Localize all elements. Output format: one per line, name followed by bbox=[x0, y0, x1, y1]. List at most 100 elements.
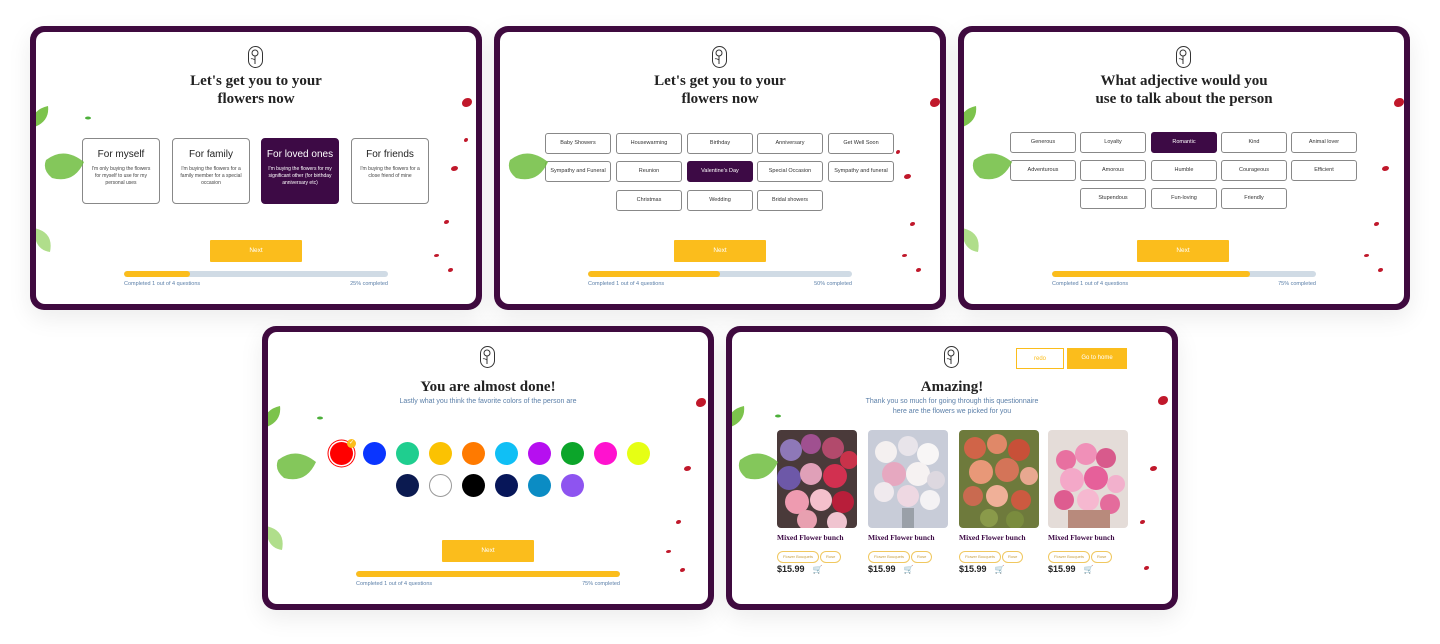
product-card[interactable]: Mixed Flower bunch Flower Bouquets Rose $… bbox=[959, 430, 1039, 574]
product-card[interactable]: Mixed Flower bunch Flower Bouquets Rose $… bbox=[777, 430, 857, 574]
leaf-icon bbox=[964, 106, 977, 127]
petal-icon bbox=[448, 268, 453, 272]
chip-get-well-soon[interactable]: Get Well Soon bbox=[828, 133, 894, 154]
leaf-icon bbox=[964, 228, 979, 252]
chip-friendly[interactable]: Friendly bbox=[1221, 188, 1287, 209]
chip-anniversary[interactable]: Anniversary bbox=[757, 133, 823, 154]
color-swatch[interactable] bbox=[495, 442, 518, 465]
product-price: $15.99 bbox=[1048, 564, 1076, 574]
product-tag[interactable]: Rose bbox=[820, 551, 842, 563]
color-swatch[interactable] bbox=[561, 442, 584, 465]
color-swatch[interactable] bbox=[462, 474, 485, 497]
chip-efficient[interactable]: Efficient bbox=[1291, 160, 1357, 181]
product-tag[interactable]: Flower Bouquets bbox=[1048, 551, 1091, 563]
option-for-loved-ones[interactable]: For loved ones I'm buying the flowers for… bbox=[261, 138, 339, 204]
rose-logo-icon bbox=[944, 346, 959, 368]
check-icon: ✓ bbox=[347, 439, 356, 448]
progress-bar bbox=[588, 271, 852, 277]
product-tags: Flower Bouquets Rose bbox=[1048, 545, 1128, 563]
option-desc: I'm buying the flowers for a family memb… bbox=[180, 166, 242, 186]
petal-icon bbox=[1378, 268, 1383, 272]
chip-humble[interactable]: Humble bbox=[1151, 160, 1217, 181]
progress-label: Completed 1 out of 4 questions bbox=[588, 281, 665, 287]
option-desc: I'm only buying the flowers for myself t… bbox=[91, 166, 151, 186]
next-button[interactable]: Next bbox=[442, 540, 534, 562]
option-for-family[interactable]: For family I'm buying the flowers for a f… bbox=[172, 138, 250, 204]
chip-adventurous[interactable]: Adventurous bbox=[1010, 160, 1076, 181]
chip-sympathy-funeral[interactable]: Sympathy and Funeral bbox=[545, 161, 611, 182]
product-tag[interactable]: Flower Bouquets bbox=[959, 551, 1002, 563]
chip-sympathy-funeral-2[interactable]: Sympathy and funeral bbox=[828, 161, 894, 182]
screen-5-results: redo Go to home Amazing! Thank you so mu… bbox=[726, 326, 1178, 610]
next-button[interactable]: Next bbox=[1137, 240, 1229, 262]
chip-loyalty[interactable]: Loyalty bbox=[1080, 132, 1146, 153]
redo-button[interactable]: redo bbox=[1016, 348, 1064, 369]
color-swatch[interactable] bbox=[429, 442, 452, 465]
product-tag[interactable]: Flower Bouquets bbox=[777, 551, 820, 563]
progress-bar bbox=[1052, 271, 1316, 277]
color-swatch[interactable] bbox=[396, 442, 419, 465]
product-price-row: $15.99 🛒 bbox=[868, 564, 948, 574]
progress-percent: 50% completed bbox=[814, 281, 852, 287]
chip-bridal-showers[interactable]: Bridal showers bbox=[757, 190, 823, 211]
color-swatch[interactable] bbox=[561, 474, 584, 497]
chip-christmas[interactable]: Christmas bbox=[616, 190, 682, 211]
progress-percent: 75% completed bbox=[582, 581, 620, 587]
option-title: For family bbox=[189, 149, 233, 160]
chip-wedding[interactable]: Wedding bbox=[687, 190, 753, 211]
chip-baby-showers[interactable]: Baby Showers bbox=[545, 133, 611, 154]
screen-1-recipient: Let's get you to your flowers now For mys… bbox=[30, 26, 482, 310]
chip-stupendous[interactable]: Stupendous bbox=[1080, 188, 1146, 209]
product-tag[interactable]: Rose bbox=[911, 551, 933, 563]
color-swatch[interactable] bbox=[462, 442, 485, 465]
petal-icon bbox=[910, 222, 915, 226]
product-tag[interactable]: Rose bbox=[1002, 551, 1024, 563]
chip-reunion[interactable]: Reunion bbox=[616, 161, 682, 182]
petal-icon bbox=[902, 254, 907, 257]
product-price: $15.99 bbox=[868, 564, 896, 574]
chip-fun-loving[interactable]: Fun-loving bbox=[1151, 188, 1217, 209]
chip-amorous[interactable]: Amorous bbox=[1080, 160, 1146, 181]
petal-icon bbox=[896, 150, 900, 154]
option-title: For myself bbox=[97, 149, 145, 160]
product-tag[interactable]: Rose bbox=[1091, 551, 1113, 563]
color-swatch[interactable] bbox=[495, 474, 518, 497]
color-swatch[interactable] bbox=[363, 442, 386, 465]
color-swatch[interactable] bbox=[594, 442, 617, 465]
chip-housewarming[interactable]: Housewarming bbox=[616, 133, 682, 154]
chip-courageous[interactable]: Courageous bbox=[1221, 160, 1287, 181]
color-swatch[interactable] bbox=[627, 442, 650, 465]
color-swatch[interactable] bbox=[429, 474, 452, 497]
chip-birthday[interactable]: Birthday bbox=[687, 133, 753, 154]
chip-animal-lover[interactable]: Animal lover bbox=[1291, 132, 1357, 153]
chip-kind[interactable]: Kind bbox=[1221, 132, 1287, 153]
option-for-friends[interactable]: For friends I'm buying the flowers for a … bbox=[351, 138, 429, 204]
cart-icon[interactable]: 🛒 bbox=[995, 565, 1005, 574]
petal-icon bbox=[1382, 166, 1389, 171]
product-card[interactable]: Mixed Flower bunch Flower Bouquets Rose $… bbox=[1048, 430, 1128, 574]
color-swatch[interactable]: ✓ bbox=[330, 439, 356, 465]
go-to-home-button[interactable]: Go to home bbox=[1067, 348, 1127, 369]
screen-2-occasion: Let's get you to your flowers now Baby Sh… bbox=[494, 26, 946, 310]
rose-logo-icon bbox=[480, 346, 495, 368]
color-swatch[interactable] bbox=[396, 474, 419, 497]
cart-icon[interactable]: 🛒 bbox=[904, 565, 914, 574]
product-tag[interactable]: Flower Bouquets bbox=[868, 551, 911, 563]
cart-icon[interactable]: 🛒 bbox=[1084, 565, 1094, 574]
chip-generous[interactable]: Generous bbox=[1010, 132, 1076, 153]
cart-icon[interactable]: 🛒 bbox=[813, 565, 823, 574]
color-swatch[interactable] bbox=[528, 474, 551, 497]
progress-bar bbox=[356, 571, 620, 577]
product-card[interactable]: Mixed Flower bunch Flower Bouquets Rose $… bbox=[868, 430, 948, 574]
screen-5-body: redo Go to home Amazing! Thank you so mu… bbox=[732, 332, 1172, 604]
color-swatch[interactable] bbox=[528, 442, 551, 465]
leaf-icon bbox=[317, 416, 323, 420]
next-button[interactable]: Next bbox=[210, 240, 302, 262]
progress-fill bbox=[124, 271, 190, 277]
chip-romantic[interactable]: Romantic bbox=[1151, 132, 1217, 153]
next-button[interactable]: Next bbox=[674, 240, 766, 262]
chip-valentines-day[interactable]: Valentine's Day bbox=[687, 161, 753, 182]
screen-2-body: Let's get you to your flowers now Baby Sh… bbox=[500, 32, 940, 304]
option-for-myself[interactable]: For myself I'm only buying the flowers fo… bbox=[82, 138, 160, 204]
chip-special-occasion[interactable]: Special Occasion bbox=[757, 161, 823, 182]
